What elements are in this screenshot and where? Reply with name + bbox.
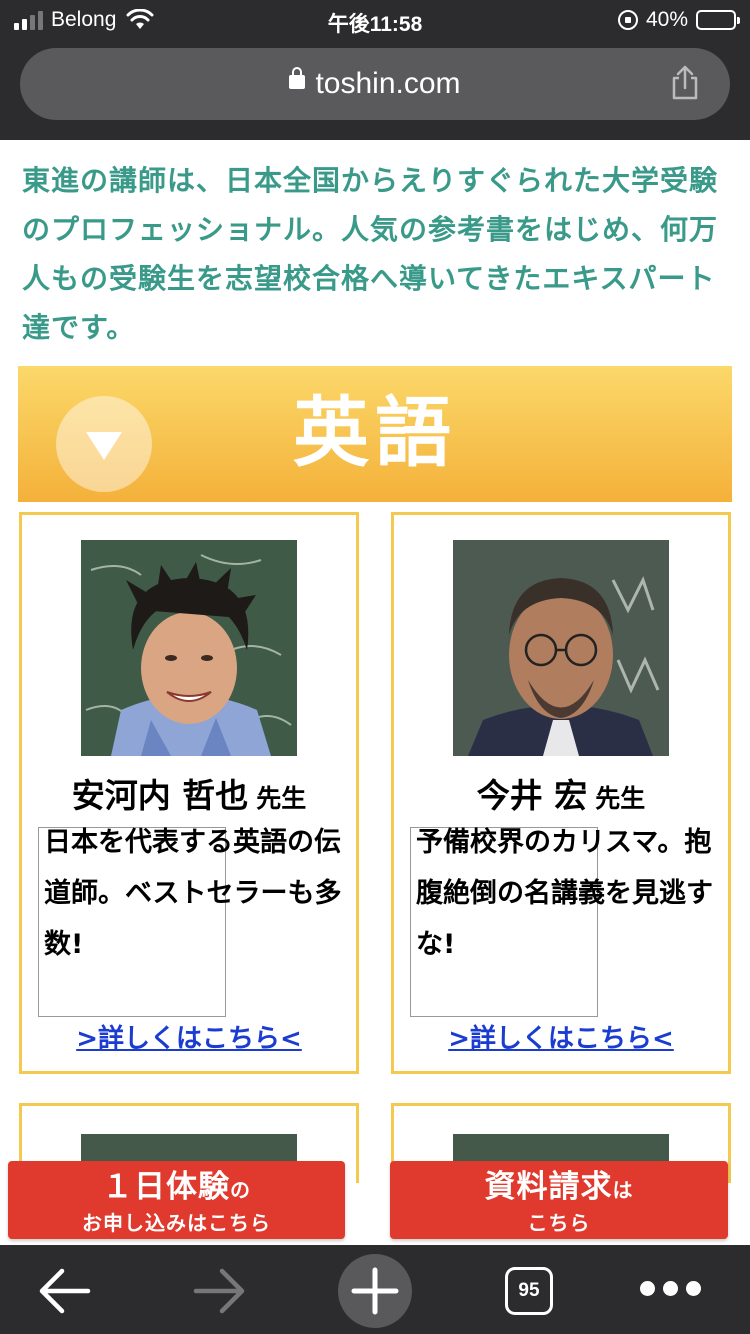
url-text: toshin.com [315, 67, 461, 100]
cta-main-line: 資料請求は [390, 1161, 728, 1212]
cta-main-line: １日体験の [8, 1161, 345, 1212]
details-link[interactable]: >詳しくはこちら< [22, 1018, 356, 1055]
teacher-description: 予備校界のカリスマ。抱腹絶倒の名講義を見逃すな! [416, 827, 713, 960]
cta-sub-text: お申し込みはこちら [82, 1211, 271, 1235]
teacher-photo [81, 540, 297, 756]
teacher-name: 安河内 哲也 先生 [22, 769, 356, 817]
status-bar: Belong 午後11:58 40% [0, 0, 750, 44]
rotation-lock-icon [617, 10, 638, 30]
teacher-photo [453, 540, 669, 756]
more-dots-icon[interactable] [640, 1281, 710, 1301]
request-documents-button[interactable]: 資料請求は こちら [390, 1161, 728, 1239]
back-arrow-icon[interactable] [38, 1255, 92, 1327]
url-display[interactable]: toshin.com [20, 48, 730, 120]
teacher-card: 今井 宏先生 予備校界のカリスマ。抱腹絶倒の名講義を見逃すな! >詳しくはこちら… [391, 512, 731, 1074]
teacher-card: 安河内 哲也 先生 日本を代表する英語の伝道師。ベストセラーも多数! >詳しくはこ… [19, 512, 359, 1074]
forward-arrow-icon[interactable] [192, 1255, 246, 1327]
cta-particle: は [612, 1178, 634, 1202]
teacher-suffix: 先生 [595, 784, 646, 813]
subject-title: 英語 [293, 388, 457, 477]
lock-icon [289, 67, 306, 90]
teacher-description: 日本を代表する英語の伝道師。ベストセラーも多数! [44, 827, 342, 960]
cta-main-text: １日体験 [102, 1169, 230, 1205]
cta-main-text: 資料請求 [484, 1169, 613, 1205]
cta-sub-text: こちら [527, 1211, 591, 1235]
share-icon[interactable] [670, 64, 700, 100]
details-link[interactable]: >詳しくはこちら< [394, 1018, 728, 1055]
trial-signup-button[interactable]: １日体験の お申し込みはこちら [8, 1161, 345, 1239]
teacher-name-text: 安河内 哲也 [71, 776, 249, 815]
address-bar[interactable]: toshin.com [20, 48, 730, 120]
browser-toolbar: 95 [0, 1245, 750, 1334]
tabs-icon[interactable]: 95 [505, 1267, 553, 1315]
cta-particle: の [230, 1178, 251, 1202]
browser-top-chrome: Belong 午後11:58 40% toshin.com [0, 0, 750, 140]
teacher-name-text: 今井 宏 [476, 776, 588, 815]
battery-icon [696, 10, 740, 30]
subject-banner-english[interactable]: 英語 [18, 366, 732, 502]
teacher-name: 今井 宏先生 [394, 769, 728, 817]
battery-percent: 40% [645, 8, 688, 31]
status-right: 40% [617, 8, 740, 32]
intro-paragraph: 東進の講師は、日本全国からえりすぐられた大学受験のプロフェッショナル。人気の参考… [22, 164, 719, 344]
plus-icon[interactable] [338, 1254, 412, 1328]
teacher-suffix: 先生 [256, 784, 307, 813]
